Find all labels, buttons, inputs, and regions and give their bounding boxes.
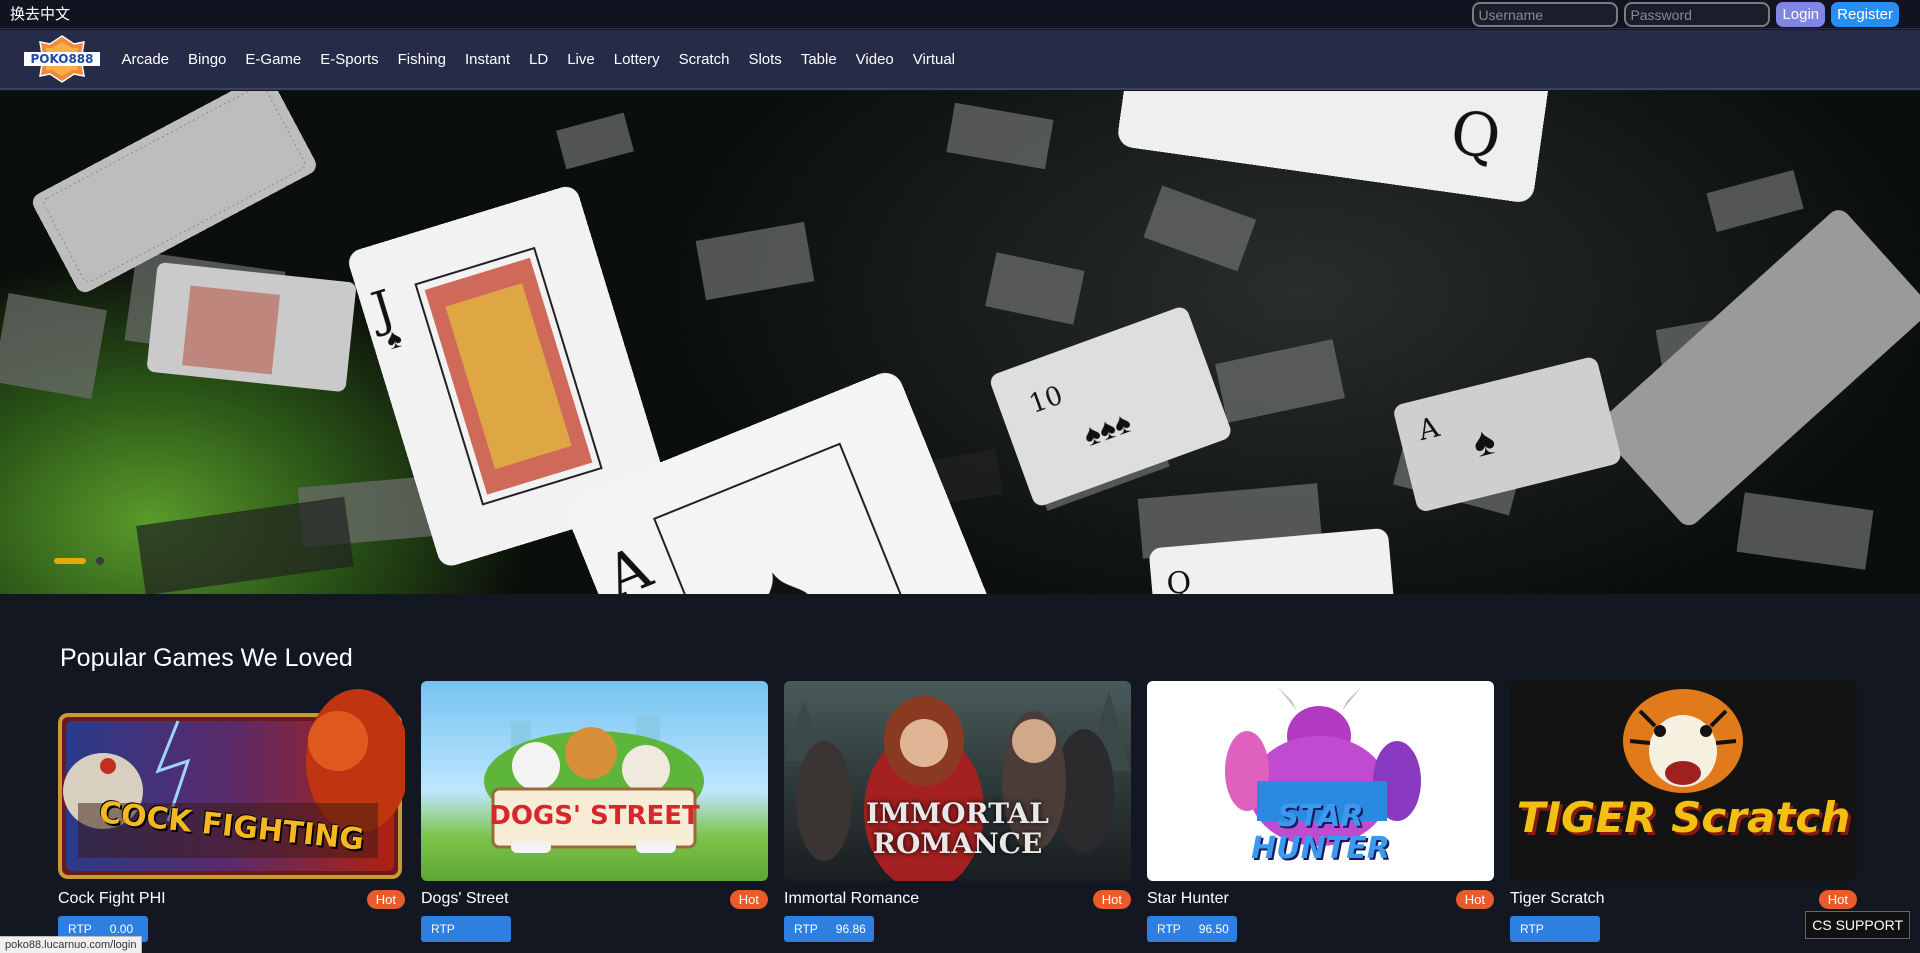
popular-games-title: Popular Games We Loved: [60, 644, 353, 672]
flying-cards-illustration: Q J ♠ A ♠ 10 ♠♠♠ A: [0, 91, 1920, 594]
hot-badge: Hot: [1092, 890, 1131, 909]
rtp-label: RTP: [1520, 922, 1544, 936]
game-name[interactable]: Dogs' Street: [421, 890, 509, 908]
game-name[interactable]: Star Hunter: [1147, 890, 1229, 908]
game-card-immortal-romance[interactable]: IMMORTAL ROMANCE Immortal Romance Hot RT…: [784, 681, 1131, 942]
nav-item-live[interactable]: Live: [558, 51, 605, 68]
game-thumbnail[interactable]: TIGER Scratch: [1510, 681, 1857, 881]
game-thumbnail[interactable]: DOGS' STREET: [421, 681, 768, 881]
thumbnail-title: STAR HUNTER: [1251, 799, 1390, 866]
username-input[interactable]: [1472, 2, 1619, 27]
nav-item-ld[interactable]: LD: [520, 51, 558, 68]
status-bar-url: poko88.lucarnuo.com/login: [0, 936, 143, 953]
top-utility-bar: 换去中文 Login Register: [0, 0, 1920, 29]
nav-item-bingo[interactable]: Bingo: [179, 51, 236, 68]
hot-badge: Hot: [366, 890, 405, 909]
nav-item-virtual[interactable]: Virtual: [903, 51, 964, 68]
nav-item-instant[interactable]: Instant: [455, 51, 519, 68]
category-nav: Arcade Bingo E-Game E-Sports Fishing Ins…: [112, 30, 965, 88]
language-switch-link[interactable]: 换去中文: [10, 3, 70, 24]
game-name[interactable]: Cock Fight PHI: [58, 890, 166, 908]
rtp-badge: RTP: [421, 916, 511, 942]
rtp-badge: RTP: [1510, 916, 1600, 942]
rtp-label: RTP: [68, 922, 92, 936]
game-card-cock-fight[interactable]: COCK FIGHTING Cock Fight PHI Hot RTP 0.0…: [58, 681, 405, 942]
slider-dot-active[interactable]: [54, 558, 86, 564]
rtp-label: RTP: [431, 922, 455, 936]
nav-item-slots[interactable]: Slots: [739, 51, 791, 68]
rtp-badge: RTP 96.50: [1147, 916, 1237, 942]
popular-games-list: COCK FIGHTING Cock Fight PHI Hot RTP 0.0…: [58, 681, 1857, 942]
rtp-value: 96.86: [835, 922, 866, 936]
game-card-dogs-street[interactable]: DOGS' STREET Dogs' Street Hot RTP: [421, 681, 768, 942]
hero-banner[interactable]: Q J ♠ A ♠ 10 ♠♠♠ A: [0, 91, 1920, 594]
nav-item-arcade[interactable]: Arcade: [112, 51, 179, 68]
thumbnail-title: DOGS' STREET: [489, 801, 700, 831]
rtp-value: 96.50: [1198, 922, 1229, 936]
brand-logo[interactable]: POKO888: [22, 34, 102, 84]
hot-badge: Hot: [1455, 890, 1494, 909]
hot-badge: Hot: [1818, 890, 1857, 909]
login-form: Login Register: [1472, 2, 1899, 27]
thumbnail-title: TIGER Scratch: [1516, 793, 1851, 842]
cs-support-button[interactable]: CS SUPPORT: [1805, 911, 1910, 939]
rtp-label: RTP: [794, 922, 818, 936]
register-button[interactable]: Register: [1831, 2, 1899, 27]
nav-item-fishing[interactable]: Fishing: [388, 51, 455, 68]
nav-item-scratch[interactable]: Scratch: [669, 51, 739, 68]
rtp-badge: RTP 96.86: [784, 916, 874, 942]
game-thumbnail[interactable]: STAR HUNTER: [1147, 681, 1494, 881]
login-button[interactable]: Login: [1776, 2, 1826, 27]
slider-dot[interactable]: [96, 557, 104, 565]
game-thumbnail[interactable]: IMMORTAL ROMANCE: [784, 681, 1131, 881]
game-thumbnail[interactable]: COCK FIGHTING: [58, 681, 405, 881]
password-input[interactable]: [1624, 2, 1771, 27]
game-name[interactable]: Immortal Romance: [784, 890, 919, 908]
svg-text:Q: Q: [1165, 565, 1193, 594]
game-card-star-hunter[interactable]: STAR HUNTER Star Hunter Hot RTP 96.50: [1147, 681, 1494, 942]
hot-badge: Hot: [729, 890, 768, 909]
slider-dots: [54, 557, 104, 565]
thumbnail-title: IMMORTAL ROMANCE: [866, 797, 1049, 860]
nav-item-e-game[interactable]: E-Game: [236, 51, 311, 68]
nav-item-lottery[interactable]: Lottery: [604, 51, 669, 68]
nav-item-e-sports[interactable]: E-Sports: [311, 51, 388, 68]
game-name[interactable]: Tiger Scratch: [1510, 890, 1605, 908]
game-card-tiger-scratch[interactable]: TIGER Scratch Tiger Scratch Hot RTP: [1510, 681, 1857, 942]
rtp-label: RTP: [1157, 922, 1181, 936]
main-navbar: POKO888 Arcade Bingo E-Game E-Sports Fis…: [0, 30, 1920, 90]
rtp-value: 0.00: [109, 922, 134, 936]
nav-item-video[interactable]: Video: [846, 51, 903, 68]
logo-text: POKO888: [30, 52, 93, 66]
svg-text:Q: Q: [1446, 97, 1504, 173]
nav-item-table[interactable]: Table: [791, 51, 846, 68]
